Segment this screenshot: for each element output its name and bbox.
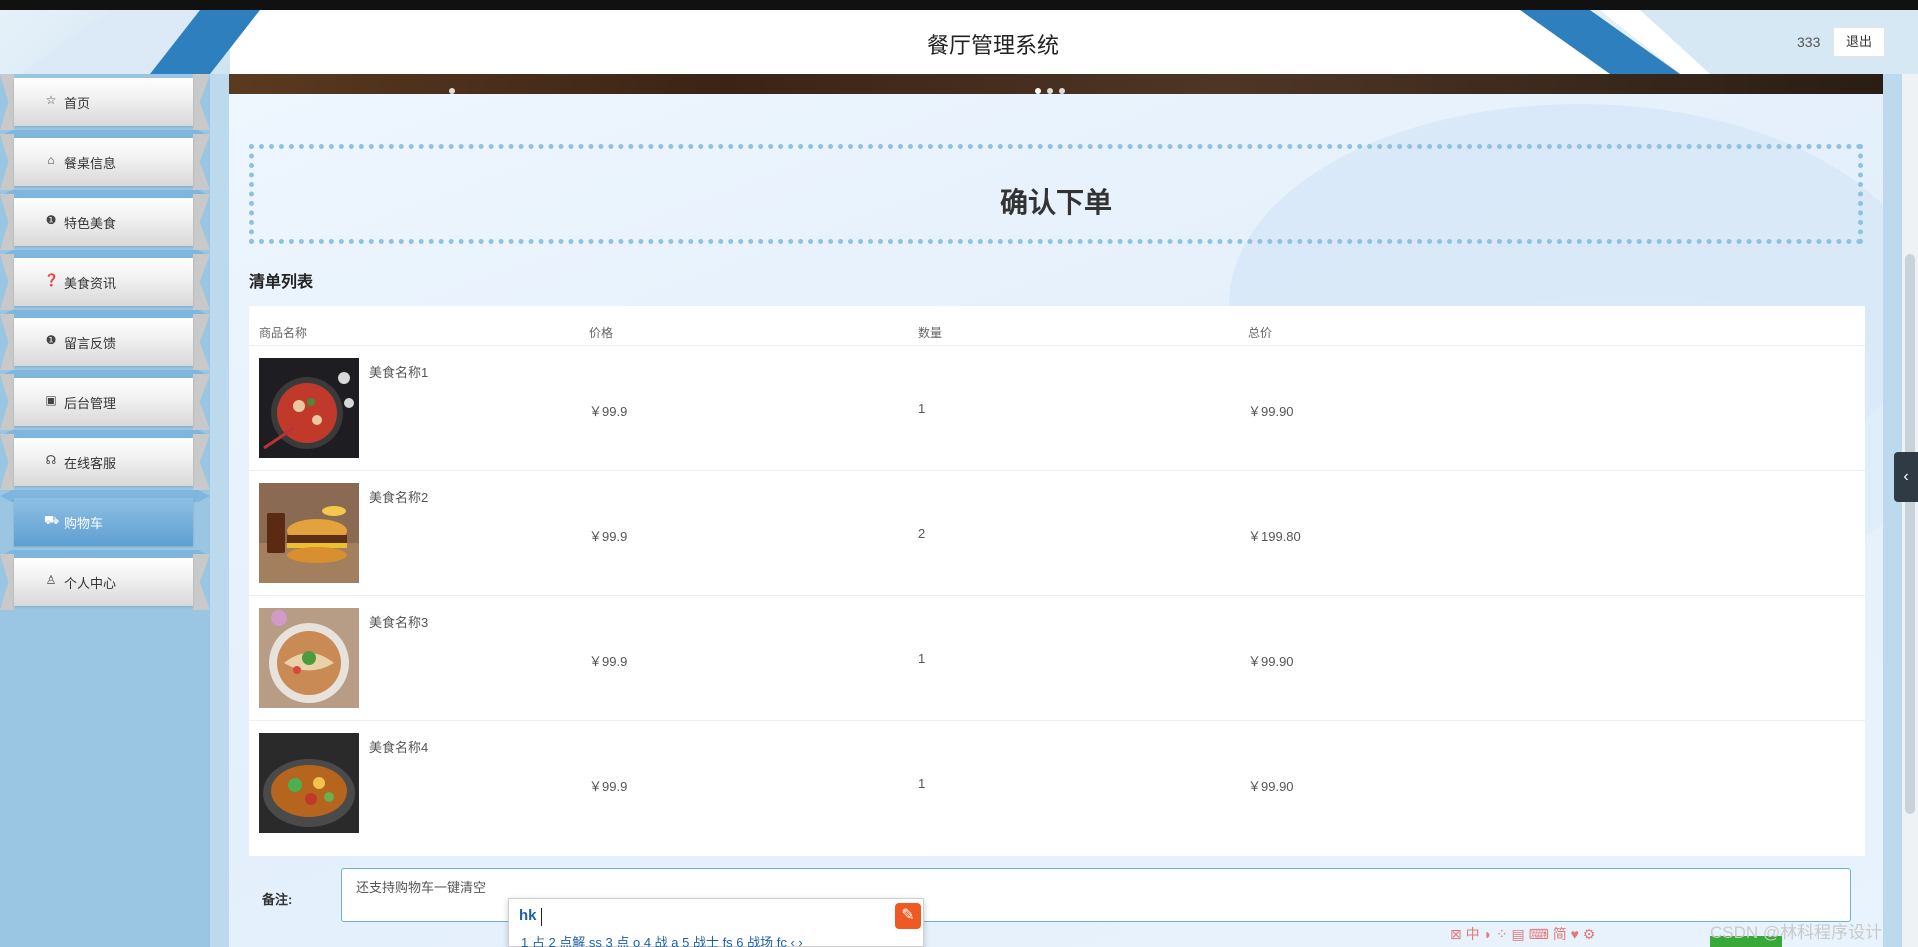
product-name: 美食名称1: [369, 365, 429, 380]
product-price: ￥99.9: [589, 404, 628, 419]
ime-caret: [541, 908, 542, 926]
confirm-order-banner: 确认下单: [249, 144, 1863, 244]
ime-candidate-popup[interactable]: hk ✎ 1 占 2 点解 ss 3 点 o 4 战 a 5 战士 fs 6 战…: [508, 898, 924, 947]
product-name: 美食名称2: [369, 490, 429, 505]
sidebar-item-feedback[interactable]: ❶ 留言反馈: [0, 314, 210, 370]
item-edge: [193, 374, 210, 430]
product-quantity: 1: [918, 651, 926, 666]
column-header-name: 商品名称: [259, 326, 308, 340]
item-plate: [14, 78, 193, 126]
table-row: 美食名称3 ￥99.9 1 ￥99.90: [249, 595, 1865, 720]
sidebar-item-tables[interactable]: ⌂ 餐桌信息: [0, 134, 210, 190]
star-icon: ☆: [45, 93, 57, 107]
sidebar-item-label: 在线客服: [64, 456, 117, 471]
item-edge: [193, 434, 210, 490]
food-image: [259, 608, 359, 708]
app-title: 餐厅管理系统: [926, 33, 1059, 58]
item-edge: [0, 314, 14, 370]
item-edge: [0, 254, 14, 310]
sidebar-item-online-service[interactable]: ☊ 在线客服: [0, 434, 210, 490]
product-total: ￥99.90: [1248, 654, 1294, 669]
item-edge: [0, 74, 14, 130]
item-edge: [193, 74, 210, 130]
app-header: 餐厅管理系统 333 退出: [0, 10, 1918, 74]
food-image: [259, 733, 359, 833]
sidebar-item-cart[interactable]: ⛟ 购物车: [0, 494, 210, 550]
product-total: ￥99.90: [1248, 404, 1294, 419]
product-quantity: 1: [918, 401, 926, 416]
sidebar-item-label: 后台管理: [64, 396, 117, 411]
product-quantity: 1: [918, 776, 926, 791]
item-edge: [193, 134, 210, 190]
column-header-qty: 数量: [918, 326, 943, 340]
sidebar-item-label: 特色美食: [64, 216, 117, 231]
question-icon: ❓: [44, 273, 59, 287]
sidebar-item-label: 购物车: [64, 516, 104, 531]
sidebar-item-admin[interactable]: ▣ 后台管理: [0, 374, 210, 430]
item-edge: [193, 254, 210, 310]
scrollbar-thumb[interactable]: [1905, 254, 1915, 814]
page-title: 确认下单: [999, 187, 1112, 218]
sidebar-item-label: 首页: [64, 96, 91, 111]
food-image: [259, 483, 359, 583]
info-circle-icon: ❶: [45, 333, 57, 347]
item-edge: [193, 194, 210, 250]
item-plate: [14, 498, 193, 546]
item-edge: [0, 194, 14, 250]
item-edge: [0, 134, 14, 190]
item-edge: [193, 314, 210, 370]
sidebar-item-special-food[interactable]: ❶ 特色美食: [0, 194, 210, 250]
ime-composition: hk: [519, 907, 537, 924]
item-edge: [0, 554, 14, 610]
sidebar-item-label: 个人中心: [64, 576, 117, 591]
sidebar-item-home[interactable]: ☆ 首页: [0, 74, 210, 130]
sidebar-item-label: 留言反馈: [64, 336, 117, 351]
ime-candidates[interactable]: 1 占 2 点解 ss 3 点 o 4 战 a 5 战士 fs 6 战场 fc …: [521, 932, 803, 947]
main-content: 确认下单 清单列表 商品名称 价格 数量 总价 美食名称1 ￥99.9 1 ￥9…: [229, 94, 1883, 947]
headset-icon: ☊: [45, 453, 57, 467]
product-price: ￥99.9: [589, 529, 628, 544]
item-edge: [193, 554, 210, 610]
cart-icon: ⛟: [44, 513, 60, 527]
collapse-panel-chevron-left-icon[interactable]: ‹: [1894, 452, 1918, 502]
ime-status-toolbar[interactable]: ⊠ 中 ◗ ⁘ ▤ ⌨ 简 ♥ ⚙: [1450, 924, 1595, 944]
ime-logo-icon[interactable]: ✎: [895, 903, 921, 929]
user-icon: ♙: [45, 573, 57, 587]
list-heading: 清单列表: [249, 274, 314, 291]
product-name: 美食名称3: [369, 615, 429, 630]
logout-button[interactable]: 退出: [1833, 27, 1885, 57]
info-icon: ❶: [45, 213, 57, 227]
sidebar-item-label: 餐桌信息: [64, 156, 117, 171]
food-image: [259, 358, 359, 458]
sidebar-item-label: 美食资讯: [64, 276, 117, 291]
table-row: 美食名称1 ￥99.9 1 ￥99.90: [249, 345, 1865, 470]
sidebar-item-food-news[interactable]: ❓ 美食资讯: [0, 254, 210, 310]
bag-icon: ⌂: [47, 153, 55, 167]
column-header-total: 总价: [1248, 326, 1273, 340]
product-total: ￥199.80: [1248, 529, 1301, 544]
item-edge: [0, 434, 14, 490]
item-edge: [0, 374, 14, 430]
product-price: ￥99.9: [589, 654, 628, 669]
sidebar: ☆ 首页 ⌂ 餐桌信息 ❶ 特色美食 ❓ 美食资讯 ❶ 留言反馈 ▣ 后台管理: [0, 74, 210, 947]
order-table: 商品名称 价格 数量 总价 美食名称1 ￥99.9 1 ￥99.90 美食名称2…: [249, 306, 1865, 856]
page-scrollbar[interactable]: [1902, 74, 1918, 947]
product-quantity: 2: [918, 526, 926, 541]
table-row: 美食名称2 ￥99.9 2 ￥199.80: [249, 470, 1865, 595]
product-price: ￥99.9: [589, 779, 628, 794]
watermark: CSDN @林科程序设计: [1710, 923, 1883, 942]
current-user: 333: [1797, 34, 1821, 50]
product-name: 美食名称4: [369, 740, 429, 755]
banner-carousel: [229, 74, 1883, 94]
table-row: 美食名称4 ￥99.9 1 ￥99.90: [249, 720, 1865, 845]
product-total: ￥99.90: [1248, 779, 1294, 794]
column-header-price: 价格: [589, 326, 614, 340]
sidebar-item-profile[interactable]: ♙ 个人中心: [0, 554, 210, 610]
window-top-strip: [0, 0, 1918, 10]
remark-label: 备注:: [262, 892, 293, 907]
briefcase-icon: ▣: [45, 393, 57, 407]
